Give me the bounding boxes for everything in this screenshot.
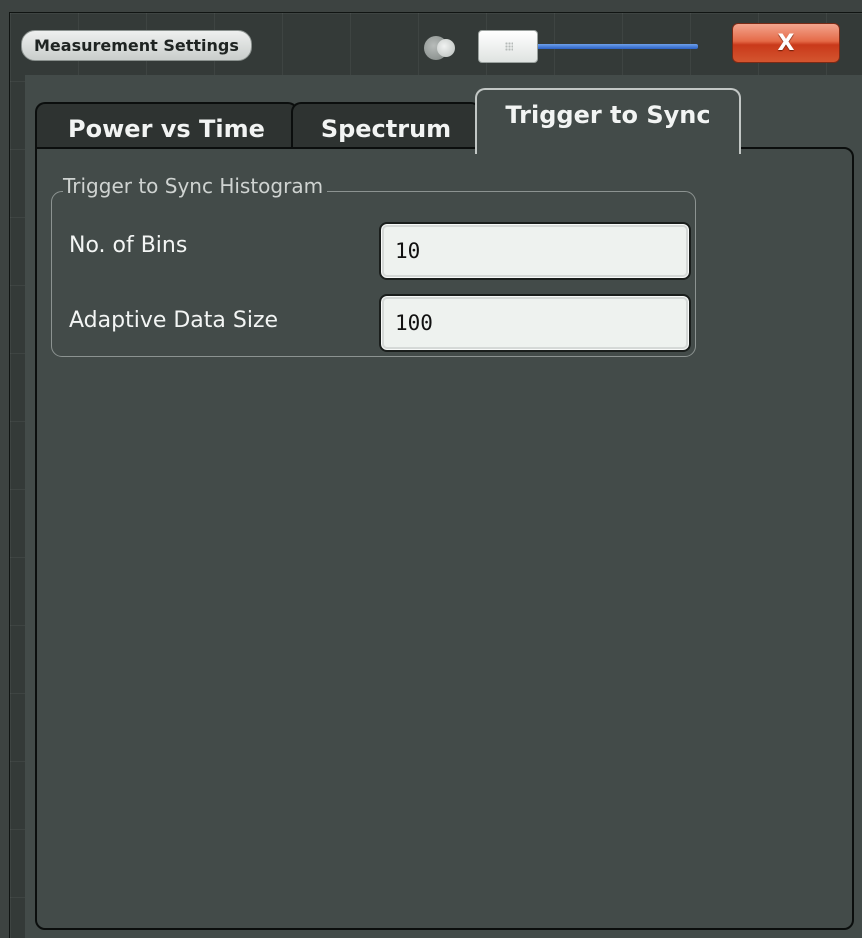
tab-trigger-to-sync[interactable]: Trigger to Sync [475, 88, 741, 154]
grip-dots-icon [505, 42, 513, 51]
transparency-slider-thumb[interactable] [478, 30, 538, 63]
title-bar: Measurement Settings X [10, 13, 862, 73]
measurement-settings-dialog: Measurement Settings X Power vs Time Spe… [9, 12, 862, 938]
tab-spectrum[interactable]: Spectrum [291, 102, 481, 153]
close-button[interactable]: X [732, 23, 840, 63]
tab-label: Power vs Time [68, 114, 265, 143]
tab-label: Trigger to Sync [505, 101, 711, 129]
bins-label: No. of Bins [69, 233, 188, 258]
transparency-slider-track[interactable] [530, 44, 698, 49]
bins-input[interactable]: 10 [379, 222, 691, 280]
dialog-title: Measurement Settings [21, 30, 252, 61]
adaptive-data-size-label: Adaptive Data Size [69, 308, 279, 333]
tab-power-vs-time[interactable]: Power vs Time [35, 102, 298, 153]
adaptive-data-size-input[interactable]: 100 [379, 294, 691, 352]
transparency-icon-front [437, 39, 455, 57]
dialog-content: Power vs Time Spectrum Trigger to Sync T… [25, 75, 862, 938]
active-tab-joint [477, 147, 739, 151]
tab-label: Spectrum [320, 114, 452, 143]
group-title: Trigger to Sync Histogram [63, 174, 328, 198]
